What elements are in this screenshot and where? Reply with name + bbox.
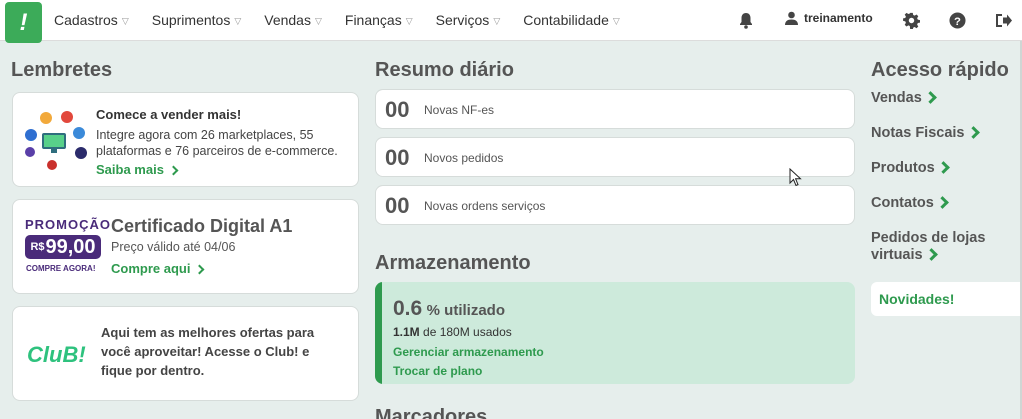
- main-nav: Cadastros ▽ Suprimentos ▽ Vendas ▽ Finanças…: [54, 0, 643, 40]
- nav-suprimentos[interactable]: Suprimentos ▽: [152, 12, 242, 28]
- marketplace-text: Integre agora com 26 marketplaces, 55 pl…: [96, 128, 338, 158]
- nav-label: Cadastros: [54, 12, 118, 28]
- nav-servicos[interactable]: Serviços ▽: [436, 12, 501, 28]
- club-text: Aqui tem as melhores ofertas para você a…: [101, 325, 315, 378]
- storage-accent-bar: [375, 282, 382, 384]
- compre-aqui-link[interactable]: Compre aqui: [111, 261, 205, 276]
- summary-nfes[interactable]: 00 Novas NF-es: [375, 89, 855, 129]
- currency: R$: [30, 241, 45, 253]
- summary-label: Novos pedidos: [424, 151, 504, 165]
- summary-count: 00: [385, 145, 410, 170]
- nav-label: Serviços: [435, 12, 490, 28]
- chevron-down-icon: ▽: [314, 15, 322, 26]
- storage-value: 0.6: [393, 297, 423, 320]
- quick-label: Produtos: [871, 160, 935, 176]
- quick-notas-fiscais[interactable]: Notas Fiscais: [871, 125, 980, 142]
- nav-label: Finanças: [344, 12, 402, 28]
- summary-pedidos[interactable]: 00 Novos pedidos: [375, 137, 855, 177]
- nav-vendas[interactable]: Vendas ▽: [264, 12, 322, 28]
- nav-cadastros[interactable]: Cadastros ▽: [54, 12, 129, 28]
- summary-ordens[interactable]: 00 Novas ordens serviços: [375, 185, 855, 225]
- chevron-right-icon: [936, 161, 950, 174]
- marcadores-title: Marcadores: [375, 406, 488, 419]
- mouse-cursor-icon: [789, 168, 802, 187]
- club-card[interactable]: CluB! Aqui tem as melhores ofertas para …: [12, 306, 359, 401]
- svg-text:?: ?: [954, 15, 961, 27]
- lembretes-title: Lembretes: [11, 59, 113, 81]
- novidades-button[interactable]: Novidades!: [871, 282, 1022, 316]
- chevron-right-icon: [966, 126, 980, 139]
- storage-card: 0.6 % utilizado 1.1M de 180M usados Gere…: [375, 282, 855, 384]
- promo-price: R$ 99,00: [25, 235, 101, 259]
- bell-icon[interactable]: [736, 10, 756, 30]
- quick-label: Contatos: [871, 195, 934, 211]
- quick-label-line1: Pedidos de lojas: [871, 230, 986, 246]
- chevron-right-icon: [195, 264, 205, 275]
- promo-card: PROMOÇÃO R$ 99,00 COMPRE AGORA! Certifica…: [12, 199, 359, 294]
- link-label: Saiba mais: [96, 162, 164, 177]
- quick-label: Vendas: [871, 90, 922, 106]
- chevron-down-icon: ▽: [121, 15, 129, 26]
- quick-label-line2: virtuais: [871, 247, 923, 263]
- user-icon: [785, 11, 798, 25]
- user-menu[interactable]: treinamento: [785, 11, 873, 25]
- chevron-right-icon: [923, 91, 937, 104]
- chevron-down-icon: ▽: [612, 15, 620, 26]
- cert-title: Certificado Digital A1: [111, 216, 293, 236]
- price-value: 99,00: [45, 235, 96, 258]
- nav-financas[interactable]: Finanças ▽: [345, 12, 413, 28]
- quick-contatos[interactable]: Contatos: [871, 195, 949, 212]
- storage-used: 1.1M de 180M usados: [393, 325, 512, 339]
- marketplace-card: Comece a vender mais! Integre agora com …: [12, 92, 359, 187]
- storage-unit: % utilizado: [426, 302, 505, 319]
- gear-icon[interactable]: [901, 10, 921, 30]
- chevron-down-icon: ▽: [405, 15, 413, 26]
- username: treinamento: [804, 11, 873, 25]
- quick-produtos[interactable]: Produtos: [871, 160, 950, 177]
- quick-vendas[interactable]: Vendas: [871, 90, 937, 107]
- acesso-title: Acesso rápido: [871, 59, 1009, 81]
- nav-label: Vendas: [264, 12, 311, 28]
- nav-contabilidade[interactable]: Contabilidade ▽: [523, 12, 620, 28]
- resumo-title: Resumo diário: [375, 59, 514, 81]
- storage-title: Armazenamento: [375, 252, 531, 274]
- quick-label: Notas Fiscais: [871, 125, 965, 141]
- storage-percent: 0.6 % utilizado: [393, 297, 505, 321]
- chevron-right-icon: [935, 196, 949, 209]
- link-label: Compre aqui: [111, 261, 191, 276]
- storage-used-rest: de 180M usados: [419, 325, 512, 339]
- app-logo[interactable]: !: [5, 2, 42, 43]
- manage-storage-link[interactable]: Gerenciar armazenamento: [393, 345, 544, 359]
- novidades-label: Novidades!: [879, 291, 955, 307]
- quick-pedidos-lojas[interactable]: Pedidos de lojas virtuais: [871, 230, 985, 264]
- club-logo: CluB!: [27, 342, 86, 367]
- marketplace-title: Comece a vender mais!: [96, 107, 242, 122]
- help-icon[interactable]: ?: [947, 10, 967, 30]
- chevron-right-icon: [168, 165, 179, 176]
- saiba-mais-link[interactable]: Saiba mais: [96, 162, 179, 177]
- promo-badge-text: PROMOÇÃO: [25, 217, 111, 232]
- summary-label: Novas ordens serviços: [424, 199, 546, 213]
- storage-used-value: 1.1M: [393, 325, 420, 339]
- summary-count: 00: [385, 193, 410, 218]
- summary-count: 00: [385, 97, 410, 122]
- nav-label: Suprimentos: [151, 12, 231, 28]
- change-plan-link[interactable]: Trocar de plano: [393, 364, 482, 378]
- cert-subtitle: Preço válido até 04/06: [111, 240, 236, 254]
- nav-label: Contabilidade: [523, 12, 609, 28]
- top-navbar: ! Cadastros ▽ Suprimentos ▽ Vendas ▽ Finanç…: [0, 0, 1022, 43]
- marketplaces-illustration: [23, 107, 87, 171]
- promo-buy-text: COMPRE AGORA!: [26, 264, 96, 273]
- chevron-right-icon: [924, 248, 938, 261]
- summary-label: Novas NF-es: [424, 103, 495, 117]
- logout-icon[interactable]: [993, 10, 1013, 30]
- chevron-down-icon: ▽: [234, 15, 242, 26]
- chevron-down-icon: ▽: [493, 15, 501, 26]
